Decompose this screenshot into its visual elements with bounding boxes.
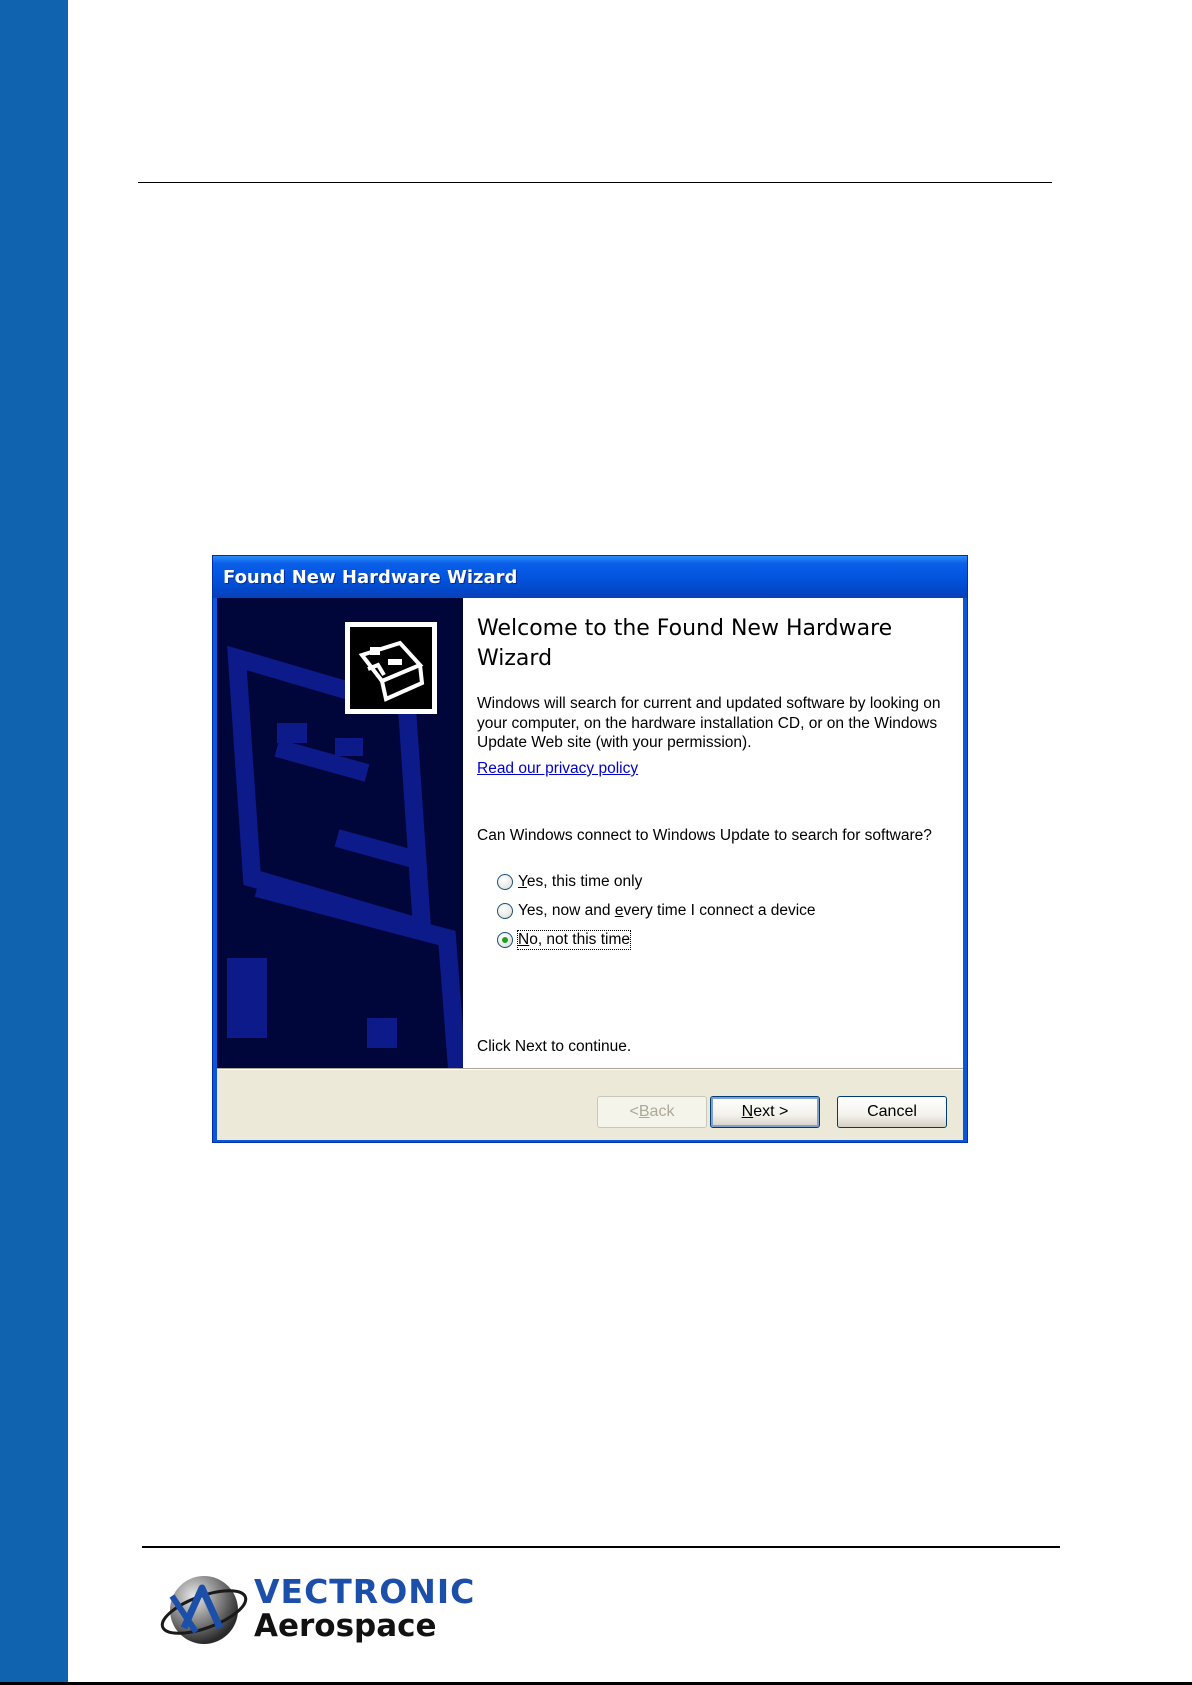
dialog-client-area: Welcome to the Found New Hardware Wizard… [217, 598, 963, 1140]
radio-no-not-this-time[interactable]: No, not this time [497, 929, 631, 951]
hardware-wizard-icon [345, 622, 437, 714]
radio-yes-every-time[interactable]: Yes, now and every time I connect a devi… [497, 900, 816, 922]
radio-button[interactable] [497, 874, 513, 890]
privacy-policy-link[interactable]: Read our privacy policy [477, 760, 638, 778]
dialog-title: Found New Hardware Wizard [223, 567, 518, 588]
footer-rule [142, 1546, 1060, 1548]
wizard-content-panel: Welcome to the Found New Hardware Wizard… [463, 598, 963, 1068]
cancel-button[interactable]: Cancel [837, 1096, 947, 1128]
wizard-description: Windows will search for current and upda… [477, 695, 941, 751]
next-button[interactable]: Next > [710, 1096, 820, 1128]
update-question: Can Windows connect to Windows Update to… [477, 827, 932, 844]
back-button[interactable]: < Back [597, 1096, 707, 1128]
header-rule [138, 182, 1052, 183]
left-color-band [0, 0, 68, 1685]
button-separator [217, 1068, 963, 1070]
radio-label: No, not this time [517, 930, 631, 950]
logo-wordmark-aerospace: Aerospace [254, 1608, 437, 1644]
radio-label: Yes, now and every time I connect a devi… [518, 902, 816, 919]
radio-button-selected[interactable] [497, 932, 513, 948]
radio-label: Yes, this time only [518, 873, 643, 890]
dialog-titlebar[interactable]: Found New Hardware Wizard [213, 556, 967, 598]
continue-instruction: Click Next to continue. [477, 1038, 632, 1055]
wizard-sidebar-art [217, 598, 463, 1068]
radio-button[interactable] [497, 903, 513, 919]
globe-logo-icon [160, 1576, 248, 1644]
found-new-hardware-dialog: Found New Hardware Wizard Welcome to the… [212, 555, 968, 1143]
vectronic-logo: VECTRONIC Aerospace [158, 1566, 478, 1656]
radio-yes-this-time[interactable]: Yes, this time only [497, 871, 642, 893]
wizard-heading: Welcome to the Found New Hardware Wizard [477, 616, 893, 671]
logo-wordmark-vectronic: VECTRONIC [254, 1572, 476, 1611]
